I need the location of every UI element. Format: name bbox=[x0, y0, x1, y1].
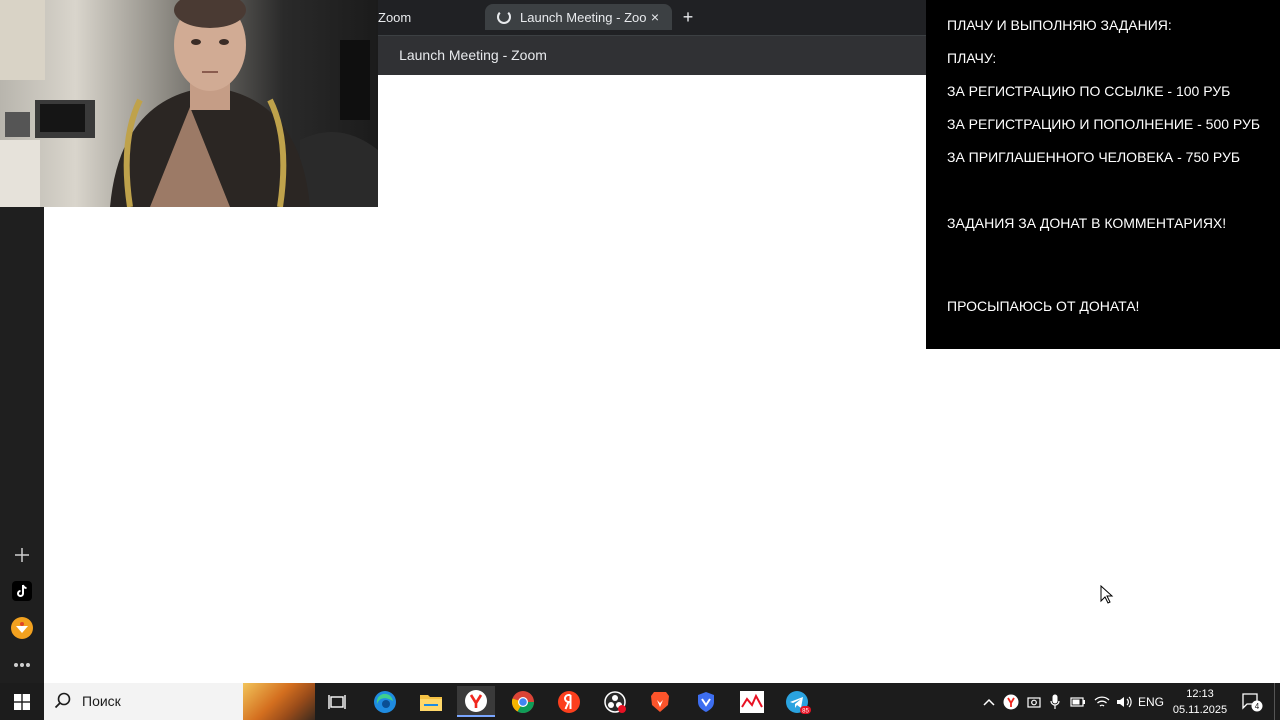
overlay-line: ЗА РЕГИСТРАЦИЮ И ПОПОЛНЕНИЕ - 500 РУБ bbox=[947, 116, 1261, 132]
tiktok-icon bbox=[12, 581, 32, 601]
taskbar-obs[interactable] bbox=[596, 686, 634, 717]
browser-sidebar bbox=[0, 207, 44, 683]
taskbar-chrome[interactable] bbox=[504, 686, 542, 717]
file-explorer-icon bbox=[420, 694, 442, 711]
yandex-browser-icon bbox=[465, 689, 487, 712]
tray-overflow-button[interactable] bbox=[980, 683, 998, 720]
show-desktop-button[interactable] bbox=[1274, 683, 1280, 720]
taskbar-edge[interactable] bbox=[366, 686, 404, 717]
tray-volume[interactable] bbox=[1113, 683, 1135, 720]
tray-camera[interactable] bbox=[1024, 683, 1044, 720]
plus-icon bbox=[15, 548, 29, 562]
task-view-icon bbox=[328, 694, 346, 709]
stream-overlay-panel: ПЛАЧУ И ВЫПОЛНЯЮ ЗАДАНИЯ: ПЛАЧУ: ЗА РЕГИ… bbox=[926, 0, 1280, 349]
mouse-cursor-icon bbox=[1100, 585, 1114, 604]
obs-icon bbox=[604, 690, 626, 713]
taskbar-search-box[interactable]: Поиск bbox=[44, 683, 315, 720]
yandex-icon bbox=[558, 690, 580, 713]
overlay-line: ПЛАЧУ И ВЫПОЛНЯЮ ЗАДАНИЯ: bbox=[947, 17, 1172, 33]
app-icon bbox=[11, 617, 33, 639]
sidebar-app-button[interactable] bbox=[8, 614, 36, 642]
tray-language[interactable]: ENG bbox=[1136, 683, 1166, 720]
windows-taskbar: Поиск 85 ENG 12:13 05.11.2025 4 bbox=[0, 683, 1280, 720]
notification-icon: 4 bbox=[1242, 692, 1263, 711]
microphone-icon bbox=[1050, 694, 1060, 709]
telegram-badge: 85 bbox=[802, 708, 809, 714]
taskbar-yandex[interactable] bbox=[550, 686, 588, 717]
overlay-line: ПЛАЧУ: bbox=[947, 50, 997, 66]
tray-microphone[interactable] bbox=[1046, 683, 1064, 720]
more-icon bbox=[14, 663, 30, 667]
chevron-up-icon bbox=[983, 698, 995, 706]
taskbar-file-explorer[interactable] bbox=[412, 686, 450, 717]
close-tab-button[interactable]: × bbox=[646, 9, 664, 25]
battery-icon bbox=[1070, 696, 1085, 707]
tray-clock[interactable]: 12:13 05.11.2025 bbox=[1165, 683, 1235, 720]
clock-time: 12:13 bbox=[1186, 688, 1214, 700]
tray-battery[interactable] bbox=[1067, 683, 1089, 720]
chrome-icon bbox=[511, 690, 534, 713]
camera-tray-icon bbox=[1027, 696, 1041, 708]
tab-launch-meeting[interactable]: Launch Meeting - Zoom × bbox=[485, 4, 672, 30]
sidebar-more-button[interactable] bbox=[8, 651, 36, 679]
start-button[interactable] bbox=[0, 683, 44, 720]
webcam-video bbox=[0, 0, 378, 207]
chart-app-icon bbox=[740, 690, 764, 713]
tab-title: Launch Meeting - Zoom bbox=[520, 9, 646, 25]
search-icon bbox=[54, 692, 71, 709]
search-highlight-image bbox=[243, 683, 315, 720]
clock-date: 05.11.2025 bbox=[1172, 704, 1228, 716]
sidebar-tiktok-button[interactable] bbox=[8, 577, 36, 605]
taskbar-telegram[interactable]: 85 bbox=[779, 686, 817, 717]
overlay-line: ЗАДАНИЯ ЗА ДОНАТ В КОММЕНТАРИЯХ! bbox=[947, 215, 1227, 231]
tab-zoom-partial[interactable]: Zoom bbox=[378, 0, 411, 35]
webcam-scene-image bbox=[0, 0, 378, 207]
yandex-tray-icon bbox=[1003, 694, 1019, 709]
windows-logo-icon bbox=[14, 693, 30, 710]
sidebar-add-button[interactable] bbox=[8, 541, 36, 569]
new-tab-button[interactable]: + bbox=[677, 6, 699, 28]
notification-count: 4 bbox=[1255, 702, 1260, 711]
telegram-icon: 85 bbox=[786, 690, 811, 714]
brave-icon bbox=[651, 691, 669, 712]
taskbar-brave[interactable] bbox=[641, 686, 679, 717]
search-placeholder: Поиск bbox=[82, 693, 121, 709]
tray-wifi[interactable] bbox=[1091, 683, 1113, 720]
notification-center-button[interactable]: 4 bbox=[1237, 683, 1267, 720]
page-title: Launch Meeting - Zoom bbox=[399, 47, 547, 63]
taskbar-task-view[interactable] bbox=[318, 686, 356, 717]
overlay-line: ЗА РЕГИСТРАЦИЮ ПО ССЫЛКЕ - 100 РУБ bbox=[947, 83, 1231, 99]
taskbar-yandex-browser[interactable] bbox=[457, 686, 495, 717]
taskbar-shield-app[interactable] bbox=[687, 686, 725, 717]
volume-icon bbox=[1117, 696, 1132, 707]
edge-icon bbox=[374, 690, 396, 713]
loading-spinner-icon bbox=[497, 10, 511, 24]
overlay-line: ПРОСЫПАЮСЬ ОТ ДОНАТА! bbox=[947, 298, 1140, 314]
overlay-line: ЗА ПРИГЛАШЕННОГО ЧЕЛОВЕКА - 750 РУБ bbox=[947, 149, 1241, 165]
wifi-icon bbox=[1094, 695, 1110, 707]
tray-yandex[interactable] bbox=[1001, 683, 1021, 720]
shield-app-icon bbox=[698, 691, 714, 712]
taskbar-chart-app[interactable] bbox=[733, 686, 771, 717]
